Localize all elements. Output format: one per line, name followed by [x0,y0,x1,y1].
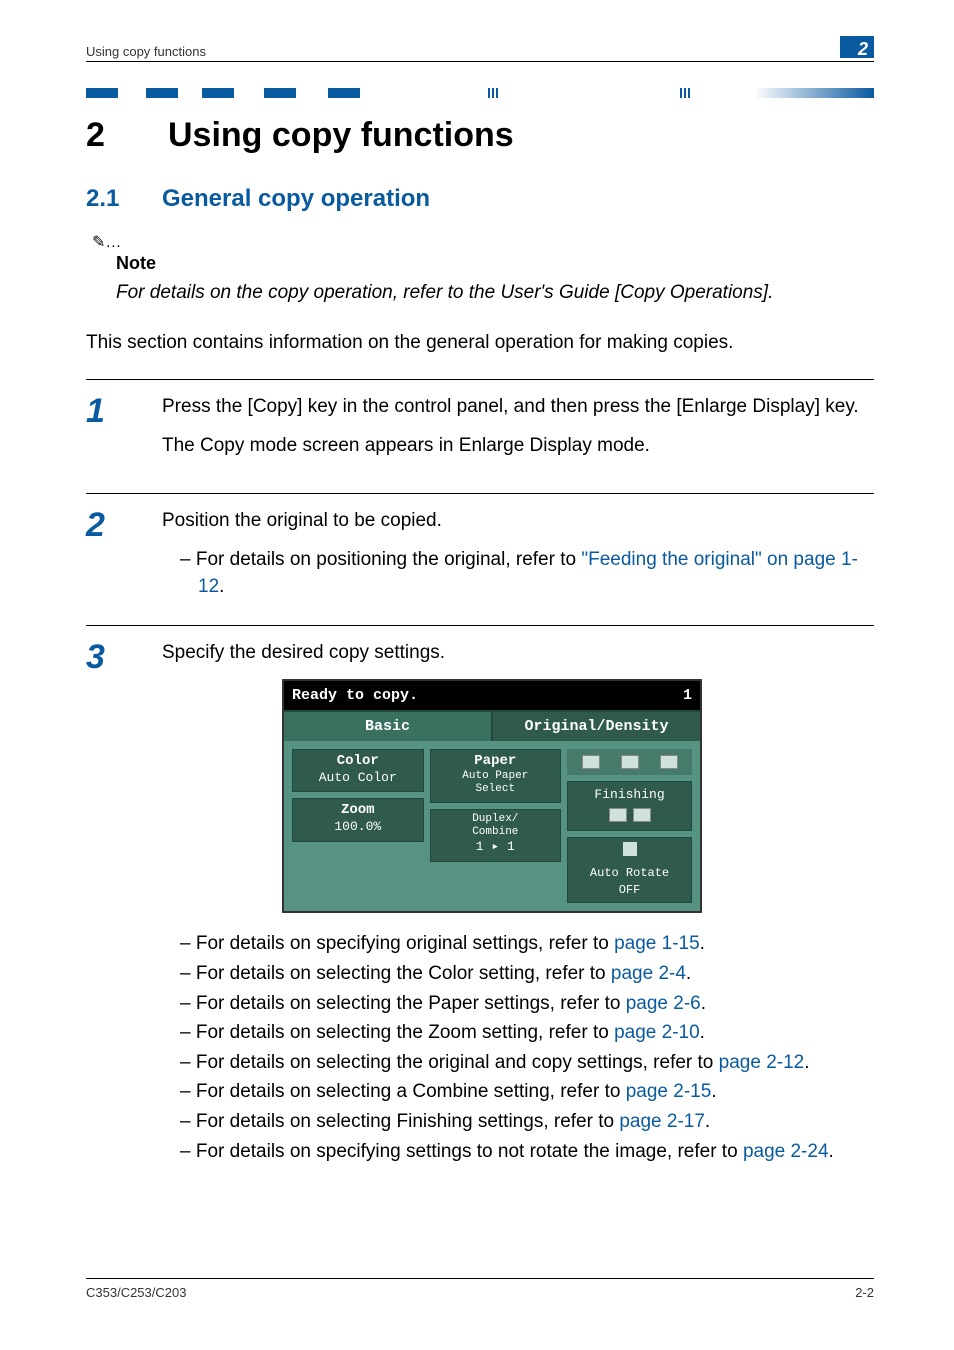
lcd-color-val: Auto Color [295,770,421,786]
lcd-count: 1 [683,685,692,706]
chapter-number: 2 [86,116,168,155]
chapter-title: 2Using copy functions [86,116,874,155]
step-3-bullet: For details on specifying settings to no… [180,1139,874,1166]
bullet-post: . [700,1022,705,1043]
lcd-rotate-label: Auto RotateOFF [572,865,687,899]
lcd-mini-icon [582,755,600,769]
step-1: 1 Press the [Copy] key in the control pa… [86,379,874,471]
lcd-zoom-cell[interactable]: Zoom 100.0% [292,798,424,841]
link-page-2-4[interactable]: page 2-4 [611,963,686,984]
step-3-bullet: For details on selecting the Zoom settin… [180,1020,874,1047]
step-number-3: 3 [86,640,162,1168]
decorative-bar [86,88,874,102]
step-3-bullet: For details on selecting a Combine setti… [180,1079,874,1106]
note-label: Note [116,253,874,274]
bullet-post: . [700,933,705,954]
bullet-post: . [219,576,224,597]
step-3: 3 Specify the desired copy settings. Rea… [86,625,874,1168]
lcd-color-hdr: Color [295,753,421,770]
link-page-2-15[interactable]: page 2-15 [626,1081,712,1102]
link-page-2-24[interactable]: page 2-24 [743,1141,829,1162]
bullet-post: . [804,1052,809,1073]
lcd-finishing-cell[interactable]: Finishing [567,781,692,831]
intro-paragraph: This section contains information on the… [86,330,874,356]
note-body: For details on the copy operation, refer… [116,280,874,306]
chapter-badge: 2 [840,36,874,58]
lcd-duplex-cell[interactable]: Duplex/Combine 1 ▸ 1 [430,809,562,862]
section-title: 2.1General copy operation [86,185,874,213]
lcd-zoom-hdr: Zoom [295,802,421,819]
lcd-finishing-icon [609,808,627,822]
step-2-para-1: Position the original to be copied. [162,508,874,535]
step-1-para-1: Press the [Copy] key in the control pane… [162,394,874,421]
lcd-paper-cell[interactable]: Paper Auto PaperSelect [430,749,562,803]
bullet-post: . [701,993,706,1014]
link-page-1-15[interactable]: page 1-15 [614,933,700,954]
link-page-2-12[interactable]: page 2-12 [719,1052,805,1073]
step-3-bullet: For details on selecting the original an… [180,1050,874,1077]
lcd-rotate-icon [623,842,637,856]
lcd-tab-basic[interactable]: Basic [284,712,491,741]
section-number: 2.1 [86,185,162,213]
step-number-1: 1 [86,394,162,471]
step-3-para-1: Specify the desired copy settings. [162,640,874,667]
header-rule [86,61,874,62]
lcd-duplex-val: 1 ▸ 1 [433,839,559,855]
lcd-paper-hdr: Paper [433,753,559,770]
bullet-text: For details on selecting the Color setti… [196,963,611,984]
step-1-para-2: The Copy mode screen appears in Enlarge … [162,433,874,460]
link-page-2-17[interactable]: page 2-17 [619,1111,705,1132]
link-page-2-6[interactable]: page 2-6 [626,993,701,1014]
bullet-post: . [829,1141,834,1162]
lcd-tab-original-density[interactable]: Original/Density [491,712,700,741]
bullet-text: For details on specifying original setti… [196,933,614,954]
lcd-zoom-val: 100.0% [295,819,421,835]
chapter-heading-text: Using copy functions [168,116,514,154]
lcd-finishing-label: Finishing [572,786,687,804]
lcd-finishing-icon [633,808,651,822]
bullet-post: . [711,1081,716,1102]
lcd-rotate-cell[interactable]: Auto RotateOFF [567,837,692,903]
bullet-text: For details on selecting the Zoom settin… [196,1022,614,1043]
link-page-2-10[interactable]: page 2-10 [614,1022,700,1043]
lcd-mini-icon [660,755,678,769]
step-3-bullet: For details on selecting Finishing setti… [180,1109,874,1136]
section-heading-text: General copy operation [162,185,430,212]
device-screenshot: Ready to copy. 1 Basic Original/Density … [282,679,702,914]
lcd-color-cell[interactable]: Color Auto Color [292,749,424,792]
bullet-text: For details on positioning the original,… [196,549,582,570]
step-2: 2 Position the original to be copied. Fo… [86,493,874,603]
step-3-bullet: For details on specifying original setti… [180,931,874,958]
bullet-text: For details on specifying settings to no… [196,1141,743,1162]
step-3-bullet: For details on selecting the Color setti… [180,961,874,988]
lcd-paper-val: Auto PaperSelect [433,770,559,796]
bullet-post: . [705,1111,710,1132]
lcd-icon-row-top [567,749,692,775]
step-2-bullet-1: For details on positioning the original,… [180,547,874,600]
bullet-text: For details on selecting the Paper setti… [196,993,626,1014]
bullet-text: For details on selecting a Combine setti… [196,1081,626,1102]
lcd-status: Ready to copy. [292,685,418,706]
bullet-text: For details on selecting the original an… [196,1052,719,1073]
footer-model: C353/C253/C203 [86,1285,186,1300]
note-icon: ✎… [92,235,874,251]
lcd-mini-icon [621,755,639,769]
running-header: Using copy functions [86,36,206,59]
step-number-2: 2 [86,508,162,603]
bullet-post: . [686,963,691,984]
step-3-bullet: For details on selecting the Paper setti… [180,991,874,1018]
footer-page-number: 2-2 [855,1285,874,1300]
lcd-duplex-hdr: Duplex/Combine [433,813,559,839]
bullet-text: For details on selecting Finishing setti… [196,1111,619,1132]
